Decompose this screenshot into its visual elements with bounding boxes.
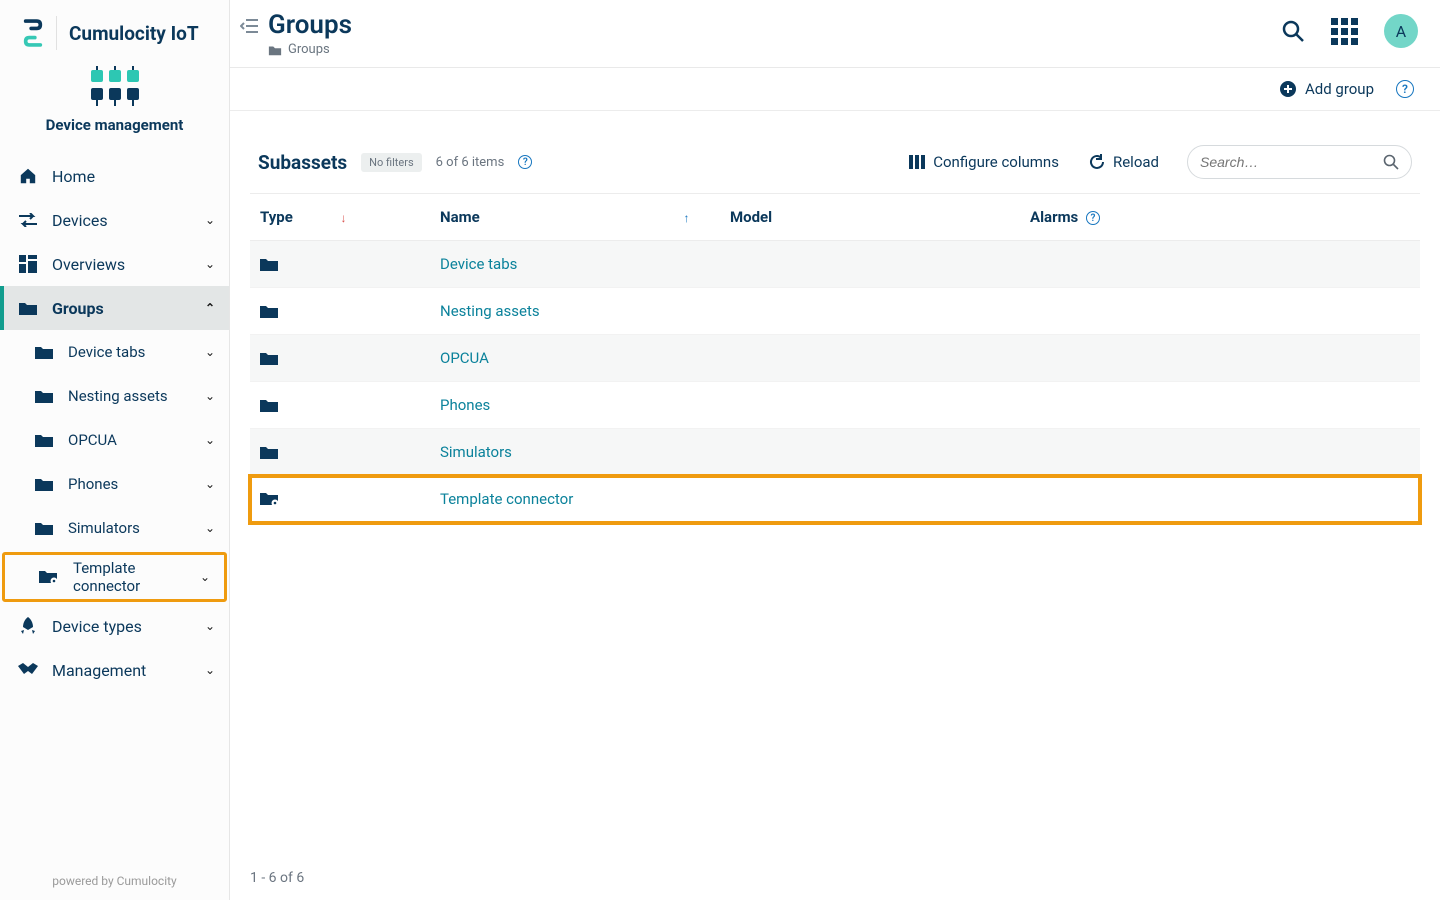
reload-button[interactable]: Reload [1089,153,1159,171]
brand-logo-icon [22,18,44,48]
nav-subitem-template-connector[interactable]: Template connector⌄ [5,555,224,599]
nav: HomeDevices⌄Overviews⌄Groups⌃Device tabs… [0,154,229,692]
page-title: Groups [268,10,352,40]
nav-subitem-simulators[interactable]: Simulators⌄ [0,506,229,550]
table-row[interactable]: OPCUA [250,335,1420,382]
search-icon [1383,154,1399,170]
chevron-down-icon: ⌄ [205,521,215,535]
device-management-icon [88,66,142,106]
add-group-button[interactable]: Add group [1279,80,1374,98]
collapse-sidebar-button[interactable] [240,18,258,34]
page-head: Groups Groups [268,10,352,57]
chevron-down-icon: ⌄ [205,477,215,491]
avatar[interactable]: A [1384,14,1418,48]
row-link[interactable]: OPCUA [440,349,489,367]
pager: 1 - 6 of 6 [250,870,304,886]
chevron-down-icon: ⌄ [205,433,215,447]
folder-icon [268,43,282,57]
folder-icon [260,257,420,271]
folder-icon [34,521,54,535]
actionbar: Add group ? [230,68,1440,111]
panel-search-input[interactable] [1200,154,1383,170]
nav-subitem-nesting-assets[interactable]: Nesting assets⌄ [0,374,229,418]
row-link[interactable]: Nesting assets [440,302,540,320]
table-row[interactable]: Phones [250,382,1420,429]
breadcrumb: Groups [268,42,352,57]
help-button[interactable]: ? [1396,80,1414,98]
breadcrumb-text[interactable]: Groups [288,42,330,57]
main: Groups Groups A [230,0,1440,900]
col-header-name[interactable]: Name ↑ [430,194,720,241]
brand-name: Cumulocity IoT [69,22,199,45]
folder-gear-icon [260,491,420,507]
item-count: 6 of 6 items [436,155,505,170]
nav-subitem-opcua[interactable]: OPCUA⌄ [0,418,229,462]
sidebar-footer: powered by Cumulocity [0,874,229,888]
folder-icon [260,351,420,365]
folder-icon [34,433,54,447]
subassets-table: Type ↓ Name ↑ Model Alarms ? [250,194,1420,523]
folder-icon [260,304,420,318]
folder-icon [18,301,38,315]
row-link[interactable]: Simulators [440,443,512,461]
panel-search[interactable] [1187,145,1412,179]
count-help-icon[interactable]: ? [518,155,532,169]
no-filters-badge: No filters [361,153,421,172]
folder-icon [34,389,54,403]
sort-down-icon: ↓ [341,211,347,225]
nav-item-groups[interactable]: Groups⌃ [0,286,229,330]
chevron-down-icon: ⌄ [205,257,215,271]
search-button[interactable] [1281,19,1305,43]
sort-up-icon: ↑ [683,211,689,225]
module-block: Device management [0,66,229,144]
topbar: Groups Groups A [230,0,1440,68]
chevron-down-icon: ⌄ [205,213,215,227]
nav-subitem-device-tabs[interactable]: Device tabs⌄ [0,330,229,374]
table-row[interactable]: Simulators [250,429,1420,476]
folder-gear-icon [39,569,59,585]
folder-icon [260,445,420,459]
nav-item-device-types[interactable]: Device types⌄ [0,604,229,648]
folder-icon [260,398,420,412]
add-group-label: Add group [1305,80,1374,98]
brand: Cumulocity IoT [0,0,229,60]
col-header-alarms[interactable]: Alarms ? [1020,194,1420,241]
rocket-icon [18,617,38,635]
module-label: Device management [0,116,229,134]
col-header-model[interactable]: Model [720,194,1020,241]
alarms-help-icon[interactable]: ? [1086,211,1100,225]
nav-item-home[interactable]: Home [0,154,229,198]
row-link[interactable]: Template connector [440,490,573,508]
home-icon [18,167,38,185]
sidebar: Cumulocity IoT Device management HomeDev… [0,0,230,900]
subassets-panel: Subassets No filters 6 of 6 items ? Conf… [250,131,1420,523]
folder-icon [34,477,54,491]
app-switcher-button[interactable] [1331,18,1358,45]
nav-item-devices[interactable]: Devices⌄ [0,198,229,242]
table-row[interactable]: Device tabs [250,241,1420,288]
nav-subitem-phones[interactable]: Phones⌄ [0,462,229,506]
chevron-down-icon: ⌄ [205,345,215,359]
chevron-up-icon: ⌃ [205,301,215,315]
nav-item-management[interactable]: Management⌄ [0,648,229,692]
swap-icon [18,213,38,227]
chevron-down-icon: ⌄ [205,389,215,403]
table-row[interactable]: Template connector [250,476,1420,523]
row-link[interactable]: Phones [440,396,490,414]
folder-icon [34,345,54,359]
row-link[interactable]: Device tabs [440,255,517,273]
dashboard-icon [18,255,38,273]
table-row[interactable]: Nesting assets [250,288,1420,335]
chevron-down-icon: ⌄ [205,663,215,677]
chevron-down-icon: ⌄ [200,570,210,584]
handshake-icon [18,663,38,677]
col-header-type[interactable]: Type ↓ [250,194,430,241]
nav-item-overviews[interactable]: Overviews⌄ [0,242,229,286]
panel-head: Subassets No filters 6 of 6 items ? Conf… [250,131,1420,194]
content: Subassets No filters 6 of 6 items ? Conf… [230,111,1440,900]
configure-columns-button[interactable]: Configure columns [909,153,1059,171]
panel-title: Subassets [258,151,347,174]
chevron-down-icon: ⌄ [205,619,215,633]
